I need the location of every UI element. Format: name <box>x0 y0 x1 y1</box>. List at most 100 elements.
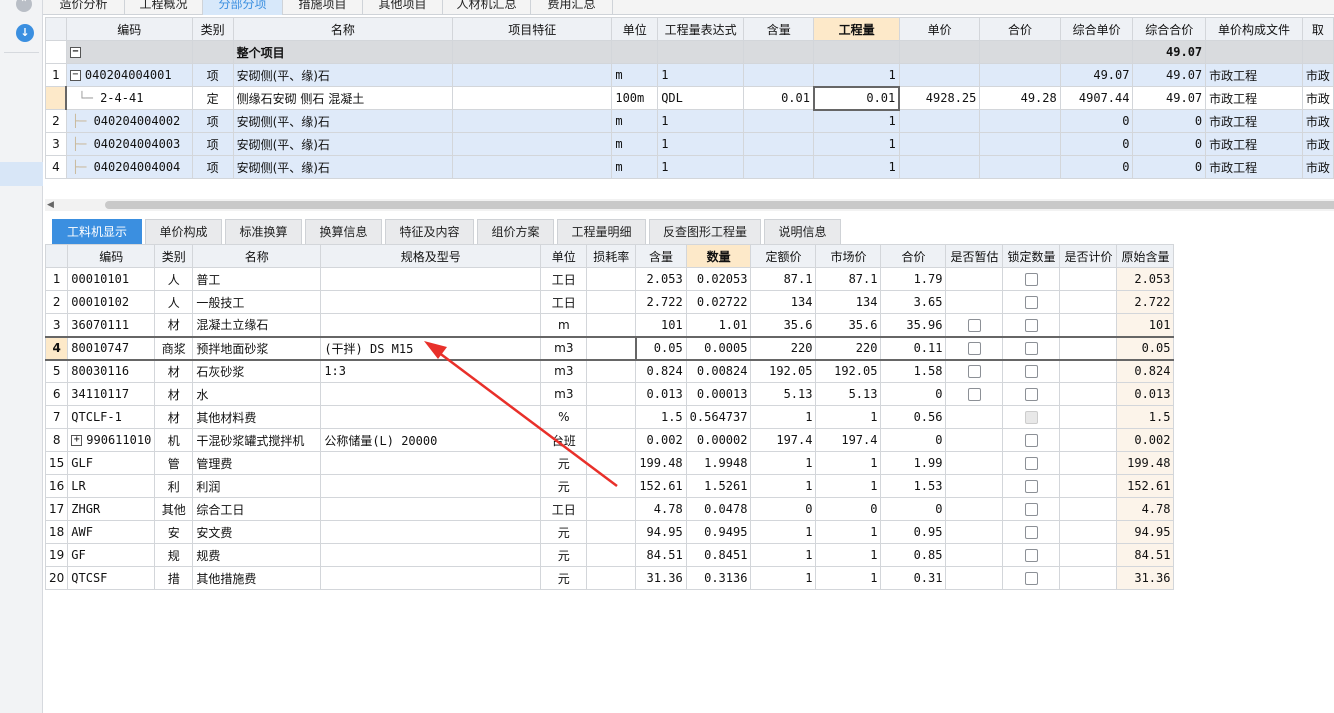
resource-quantity[interactable]: 0.00013 <box>685 382 752 406</box>
pricing-cell[interactable] <box>1059 267 1118 291</box>
resource-unit[interactable]: m3 <box>540 359 588 383</box>
resource-total[interactable]: 1.99 <box>880 451 947 475</box>
header-cell[interactable]: 综合单价 <box>1059 17 1134 41</box>
resource-quantity[interactable]: 1.9948 <box>685 451 752 475</box>
header-cell[interactable]: 类别 <box>154 244 194 268</box>
lock-quantity-checkbox[interactable] <box>1024 388 1038 401</box>
resource-name[interactable]: 其他材料费 <box>192 405 322 429</box>
resource-unit[interactable]: 工日 <box>540 497 588 521</box>
header-cell[interactable]: 工程量表达式 <box>657 17 745 41</box>
resource-spec[interactable] <box>320 267 542 291</box>
item-composite-unit-price[interactable]: 4907.44 <box>1059 86 1134 110</box>
resource-row[interactable]: 19 GF 规规费元 84.51 0.8451 1 1 0.85 84.51 <box>44 543 1175 567</box>
resource-name[interactable]: 利润 <box>192 474 322 498</box>
code-cell[interactable]: 00010102 <box>67 290 156 314</box>
header-cell[interactable]: 定额价 <box>750 244 817 268</box>
resource-market-price[interactable]: 1 <box>815 474 882 498</box>
resource-original-content[interactable]: 84.51 <box>1116 543 1175 567</box>
resource-quota-price[interactable]: 1 <box>750 566 817 590</box>
tab-measures[interactable]: 措施项目 <box>283 0 363 15</box>
resource-original-content[interactable]: 1.5 <box>1116 405 1175 429</box>
item-composite-total[interactable]: 49.07 <box>1132 63 1207 87</box>
resource-content[interactable]: 2.053 <box>635 267 687 291</box>
resource-spec[interactable] <box>320 520 542 544</box>
resource-row[interactable]: 16 LR 利利润元 152.61 1.5261 1 1 1.53 152.61 <box>44 474 1175 498</box>
pricing-cell[interactable] <box>1059 543 1118 567</box>
header-cell[interactable]: 合价 <box>880 244 947 268</box>
item-row[interactable]: 2 ├─ 040204004002 项安砌侧(平、缘)石 m 1 1 0 0 市政工程 市政 <box>45 109 1334 133</box>
code-cell[interactable]: QTCSF <box>67 566 156 590</box>
resource-loss-rate[interactable] <box>586 267 637 291</box>
code-cell[interactable]: +990611010 <box>67 428 156 452</box>
resource-total[interactable]: 35.96 <box>880 313 947 337</box>
item-quantity[interactable]: 1 <box>813 109 900 133</box>
item-price-file[interactable]: 市政工程 <box>1205 86 1303 110</box>
resource-spec[interactable] <box>320 382 542 406</box>
resource-market-price[interactable]: 5.13 <box>815 382 882 406</box>
resource-content[interactable]: 0.824 <box>635 359 687 383</box>
resource-row[interactable]: 3 36070111 材混凝土立缘石 m 101 1.01 35.6 35.6 35.96 101 <box>44 313 1175 337</box>
tab-standard-conversion[interactable]: 标准换算 <box>225 219 302 244</box>
header-cell[interactable]: 单位 <box>611 17 659 41</box>
resource-market-price[interactable]: 35.6 <box>815 313 882 337</box>
item-feature[interactable] <box>452 63 613 87</box>
tab-other-items[interactable]: 其他项目 <box>363 0 443 15</box>
item-total[interactable]: 49.28 <box>979 86 1061 110</box>
lock-quantity-checkbox[interactable] <box>1024 318 1038 332</box>
pricing-cell[interactable] <box>1059 313 1118 337</box>
tab-labor-material-summary[interactable]: 人材机汇总 <box>443 0 531 15</box>
item-feature[interactable] <box>452 155 613 179</box>
code-cell[interactable]: GF <box>67 543 156 567</box>
resource-content[interactable]: 31.36 <box>635 566 687 590</box>
resource-row[interactable]: 5 80030116 材石灰砂浆 1:3 m3 0.824 0.00824 192.05 192… <box>44 359 1175 383</box>
collapse-icon[interactable]: − <box>69 70 81 81</box>
code-cell[interactable]: QTCLF-1 <box>67 405 156 429</box>
resource-loss-rate[interactable] <box>586 451 637 475</box>
resource-total[interactable]: 0.11 <box>880 335 947 361</box>
item-content[interactable] <box>743 63 815 87</box>
resource-loss-rate[interactable] <box>586 520 637 544</box>
item-unit-price[interactable] <box>898 132 981 156</box>
tab-cost-analysis[interactable]: 造价分析 <box>43 0 125 15</box>
item-type[interactable]: 项 <box>191 155 234 179</box>
code-cell[interactable]: GLF <box>67 451 156 475</box>
resource-spec[interactable] <box>320 497 542 521</box>
lock-quantity-checkbox[interactable] <box>1024 526 1038 539</box>
resource-content[interactable]: 152.61 <box>635 474 687 498</box>
resource-content[interactable]: 1.5 <box>635 405 687 429</box>
resource-row[interactable]: 4 80010747 商浆 预拌地面砂浆 (干拌) DS M15 m3 0.05 0.0005… <box>44 335 1175 361</box>
tab-sub-items[interactable]: 分部分项 <box>203 0 283 15</box>
resource-type[interactable]: 商浆 <box>154 335 194 361</box>
lock-quantity-checkbox[interactable] <box>1024 365 1038 379</box>
header-cell[interactable]: 市场价 <box>815 244 882 268</box>
code-cell[interactable]: AWF <box>67 520 156 544</box>
header-cell[interactable]: 单价构成文件 <box>1205 17 1303 41</box>
resource-spec[interactable]: (干拌) DS M15 <box>320 335 542 361</box>
code-cell[interactable]: LR <box>67 474 156 498</box>
resource-row[interactable]: 1 00010101 人普工 工日 2.053 0.02053 87.1 87.1 1.79 2.… <box>44 267 1175 291</box>
resource-spec[interactable]: 公称储量(L) 20000 <box>320 428 542 452</box>
code-cell[interactable]: ZHGR <box>67 497 156 521</box>
resource-spec[interactable] <box>320 405 542 429</box>
resource-name[interactable]: 石灰砂浆 <box>192 359 322 383</box>
tab-unit-price-composition[interactable]: 单价构成 <box>145 219 222 244</box>
item-type[interactable]: 项 <box>191 132 234 156</box>
scroll-left-icon[interactable]: ◀ <box>47 199 54 211</box>
resource-unit[interactable]: 元 <box>540 520 588 544</box>
resource-original-content[interactable]: 152.61 <box>1116 474 1175 498</box>
item-name[interactable]: 安砌侧(平、缘)石 <box>232 109 454 133</box>
resource-spec[interactable] <box>320 451 542 475</box>
item-type[interactable]: 项 <box>191 109 234 133</box>
header-cell[interactable]: 取 <box>1301 17 1334 41</box>
code-cell[interactable]: 80010747 <box>67 335 156 361</box>
resource-unit[interactable]: 工日 <box>540 290 588 314</box>
resource-original-content[interactable]: 0.013 <box>1116 382 1175 406</box>
pricing-cell[interactable] <box>1059 382 1118 406</box>
resource-total[interactable]: 0.31 <box>880 566 947 590</box>
resource-quantity[interactable]: 0.02053 <box>685 267 752 291</box>
resource-spec[interactable] <box>320 290 542 314</box>
resource-spec[interactable] <box>320 313 542 337</box>
resource-total[interactable]: 0.95 <box>880 520 947 544</box>
header-cell[interactable]: 名称 <box>232 17 454 41</box>
header-cell[interactable]: 类别 <box>191 17 234 41</box>
